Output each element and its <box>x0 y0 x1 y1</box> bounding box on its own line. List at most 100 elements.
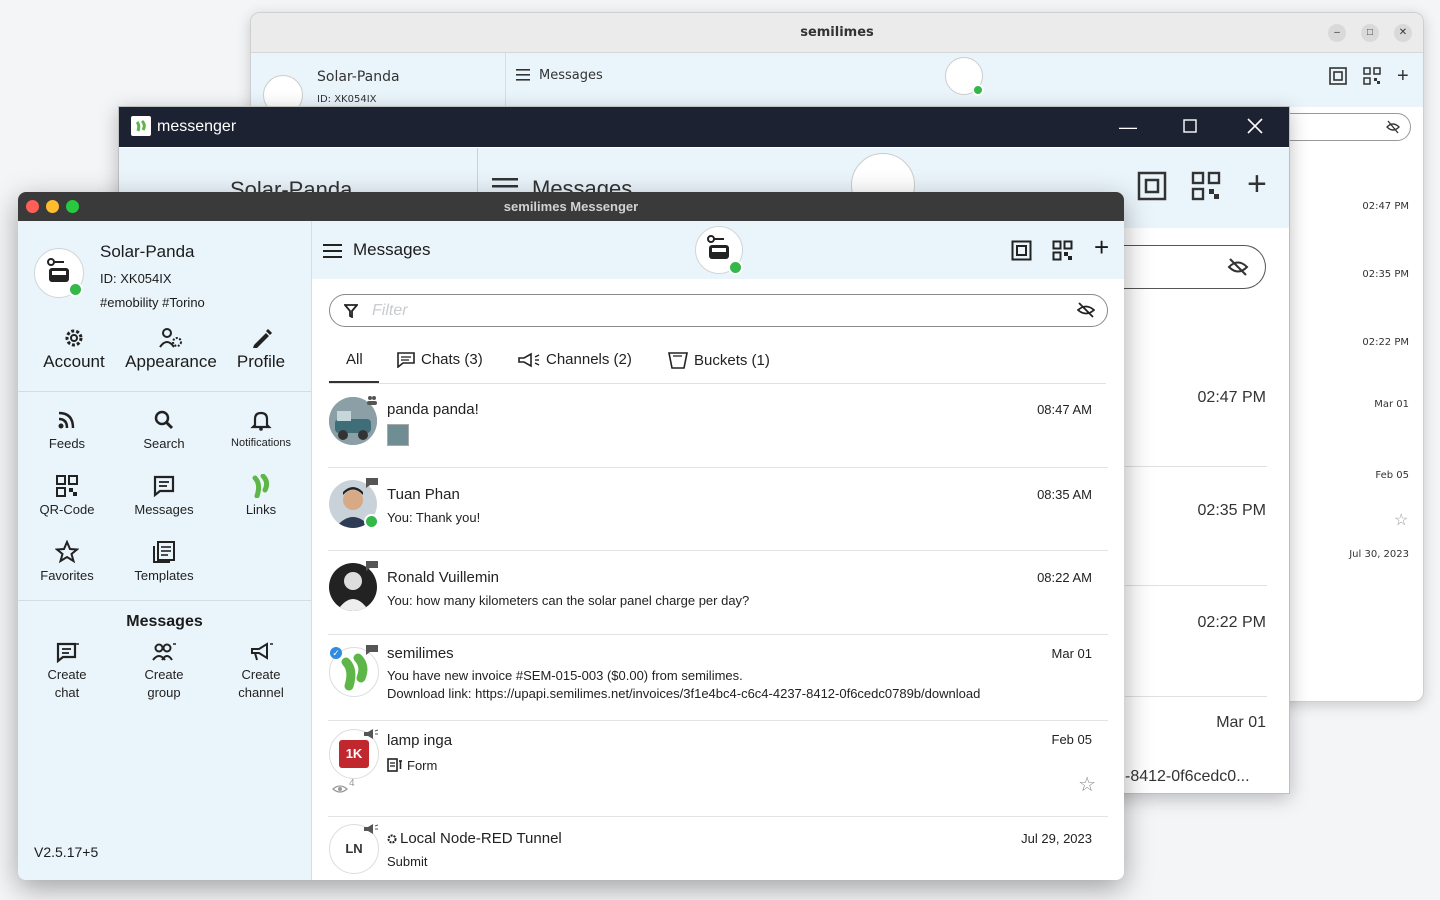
messages-label: Messages <box>134 502 194 517</box>
templates-label: Templates <box>134 568 194 583</box>
back-profile-id: ID: XK054IX <box>317 94 377 105</box>
back-header-title: Messages <box>539 68 603 83</box>
create-group-line1: Create <box>144 667 184 682</box>
tab-channels[interactable]: Channels (2) <box>518 351 632 368</box>
maximize-button[interactable]: □ <box>1361 24 1379 42</box>
eye-off-icon[interactable] <box>1386 120 1400 134</box>
sidebar: Solar-Panda ID: XK054IX #emobility #Tori… <box>18 221 312 880</box>
profile-avatar[interactable] <box>34 248 84 298</box>
favorite-star-icon[interactable]: ☆ <box>1394 510 1408 530</box>
add-icon[interactable]: + <box>1397 66 1409 86</box>
qr-code-label: QR-Code <box>39 502 95 517</box>
conversation-row[interactable]: LN Local Node-RED Tunnel Submit Jul 29, … <box>328 816 1108 880</box>
star-icon <box>55 540 79 564</box>
tab-buckets[interactable]: Buckets (1) <box>668 351 770 369</box>
back-center-avatar[interactable] <box>945 57 984 96</box>
close-button[interactable] <box>1247 118 1263 134</box>
front-window[interactable]: semilimes Messenger Solar-Panda ID: XK05… <box>18 192 1124 880</box>
close-button[interactable]: ✕ <box>1394 24 1412 42</box>
chat-small-icon <box>366 645 378 655</box>
conversation-preview: You: how many kilometers can the solar p… <box>387 593 750 608</box>
create-group-line2: group <box>147 685 181 700</box>
filter-icon <box>344 304 358 318</box>
profile-button[interactable]: Profile <box>224 327 298 372</box>
conversation-row[interactable]: ✓ semilimes You have new invoice #SEM-01… <box>328 634 1108 721</box>
header-title: Messages <box>353 240 431 259</box>
notifications-button[interactable]: Notifications <box>216 408 306 449</box>
create-group-button[interactable]: Create group <box>119 639 209 700</box>
tab-all[interactable]: All <box>346 351 363 368</box>
conversation-row[interactable]: Tuan Phan You: Thank you! 08:35 AM <box>328 467 1108 551</box>
appearance-button[interactable]: Appearance <box>118 327 224 372</box>
messages-button[interactable]: Messages <box>119 474 209 517</box>
menu-icon[interactable] <box>323 244 342 258</box>
add-icon[interactable]: + <box>1247 167 1267 201</box>
middle-preview-text: -8412-0f6cedc0... <box>1125 768 1250 785</box>
search-label: Search <box>143 436 185 451</box>
back-time-1: 02:47 PM <box>1362 201 1409 212</box>
qr-code-button[interactable]: QR-Code <box>22 474 112 517</box>
megaphone-icon <box>518 352 540 367</box>
favorite-star-icon[interactable]: ☆ <box>1078 772 1096 797</box>
links-button[interactable]: Links <box>216 474 306 517</box>
conversation-row[interactable]: Ronald Vuillemin You: how many kilometer… <box>328 550 1108 635</box>
conversation-time: Jul 29, 2023 <box>1021 831 1092 846</box>
filter-input[interactable]: Filter <box>329 294 1108 327</box>
profile-id: ID: XK054IX <box>100 271 172 286</box>
middle-time-4: Mar 01 <box>1216 714 1266 731</box>
qr-code-icon[interactable] <box>1363 67 1381 85</box>
feeds-button[interactable]: Feeds <box>22 408 112 451</box>
gear-icon <box>65 329 83 347</box>
conversation-name: Tuan Phan <box>387 486 460 503</box>
account-label: Account <box>43 352 105 371</box>
middle-time-3: 02:22 PM <box>1197 614 1266 631</box>
form-icon <box>387 758 402 772</box>
eye-off-icon[interactable] <box>1077 302 1095 318</box>
account-button[interactable]: Account <box>32 327 116 372</box>
scan-icon[interactable] <box>1011 240 1032 261</box>
bucket-icon <box>668 352 688 369</box>
conversation-preview: You: Thank you! <box>387 510 481 525</box>
conversation-time: 08:47 AM <box>1037 402 1092 417</box>
qr-code-icon[interactable] <box>1052 240 1073 261</box>
favorites-button[interactable]: Favorites <box>22 540 112 583</box>
avatar-text: LN <box>345 841 363 856</box>
car-icon <box>707 235 729 259</box>
eye-icon <box>332 785 348 793</box>
menu-icon[interactable] <box>516 69 530 81</box>
view-count: 4 <box>349 778 355 789</box>
scan-icon[interactable] <box>1137 171 1167 201</box>
middle-titlebar[interactable] <box>119 107 1289 147</box>
chat-icon <box>397 351 415 368</box>
center-avatar[interactable] <box>695 226 743 275</box>
back-time-3: 02:22 PM <box>1362 337 1409 348</box>
pencil-icon <box>253 328 272 348</box>
rss-icon <box>58 411 75 429</box>
conversation-row[interactable]: panda panda! 08:47 AM <box>328 384 1108 468</box>
qr-code-icon[interactable] <box>1191 171 1221 201</box>
create-channel-button[interactable]: Create channel <box>216 639 306 700</box>
minimize-button[interactable]: — <box>1119 117 1137 138</box>
group-icon <box>367 396 377 405</box>
middle-filter-input[interactable] <box>1119 245 1266 289</box>
search-button[interactable]: Search <box>119 408 209 451</box>
conversation-name: Ronald Vuillemin <box>387 569 500 586</box>
tab-chats[interactable]: Chats (3) <box>397 351 483 368</box>
eye-off-icon[interactable] <box>1227 257 1249 277</box>
create-channel-line1: Create <box>241 667 281 682</box>
conversation-row[interactable]: 1K lamp inga Form 4 Feb 05 ☆ <box>328 720 1108 817</box>
back-time-4: Mar 01 <box>1374 399 1409 410</box>
templates-button[interactable]: Templates <box>119 540 209 583</box>
add-icon[interactable]: + <box>1094 234 1109 260</box>
minimize-button[interactable]: – <box>1328 24 1346 42</box>
conversation-time: Mar 01 <box>1051 646 1092 661</box>
back-window-title: semilimes <box>800 25 874 40</box>
scan-icon[interactable] <box>1329 67 1347 85</box>
image-thumbnail[interactable] <box>387 424 409 446</box>
create-chat-button[interactable]: Create chat <box>22 639 112 700</box>
avatar-text: 1K <box>339 740 369 768</box>
templates-icon <box>153 541 175 563</box>
notifications-label: Notifications <box>231 437 291 449</box>
create-chat-line1: Create <box>47 667 87 682</box>
maximize-button[interactable] <box>1183 119 1197 133</box>
